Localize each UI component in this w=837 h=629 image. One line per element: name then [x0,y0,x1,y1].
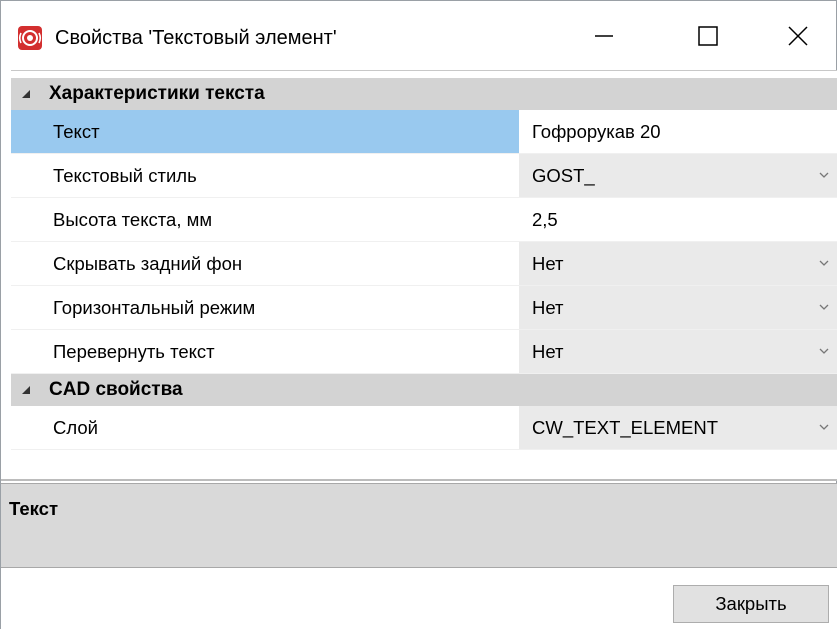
property-name: Перевернуть текст [53,341,215,362]
property-value-hide-background[interactable]: Нет [519,242,837,285]
collapse-triangle-icon[interactable] [21,89,31,99]
chevron-down-icon[interactable] [819,303,829,311]
property-name: Текст [11,110,519,153]
properties-window: Свойства 'Текстовый элемент' Характерист… [0,0,837,629]
property-name: Высота текста, мм [53,209,213,230]
row-divider [11,449,837,450]
category-cad-properties[interactable]: CAD свойства [11,374,837,406]
maximize-button[interactable] [676,1,740,70]
property-row-flip-text[interactable]: Перевернуть текст Нет [11,330,837,374]
property-row-text-height[interactable]: Высота текста, мм 2,5 [11,198,837,242]
splitter[interactable] [1,479,837,481]
close-icon [788,25,808,46]
footer: Закрыть [1,568,837,629]
property-row-text-style[interactable]: Текстовый стиль GOST_ [11,154,837,198]
property-value-text-style[interactable]: GOST_ [519,154,837,197]
property-value-layer[interactable]: CW_TEXT_ELEMENT [519,406,837,449]
category-label: Характеристики текста [49,83,265,104]
maximize-icon [698,25,718,46]
chevron-down-icon[interactable] [819,171,829,179]
property-row-layer[interactable]: Слой CW_TEXT_ELEMENT [11,406,837,450]
minimize-button[interactable] [572,1,636,70]
window-title: Свойства 'Текстовый элемент' [55,27,337,49]
minimize-icon [595,34,613,37]
collapse-triangle-icon[interactable] [21,385,31,395]
close-window-button[interactable] [766,1,830,70]
property-name: Скрывать задний фон [53,253,243,274]
property-name: Текстовый стиль [53,165,197,186]
title-bar[interactable]: Свойства 'Текстовый элемент' [1,1,836,70]
chevron-down-icon[interactable] [819,347,829,355]
dropdown-value: CW_TEXT_ELEMENT [532,417,719,438]
property-row-hide-background[interactable]: Скрывать задний фон Нет [11,242,837,286]
property-grid: Характеристики текста Текст Гофрорукав 2… [11,70,837,479]
description-title: Текст [9,498,59,519]
property-value-flip-text[interactable]: Нет [519,330,837,373]
chevron-down-icon[interactable] [819,423,829,431]
dropdown-value: Нет [532,341,564,362]
property-value-horizontal-mode[interactable]: Нет [519,286,837,329]
close-button[interactable]: Закрыть [673,585,829,623]
dropdown-value: Нет [532,253,564,274]
property-row-horizontal-mode[interactable]: Горизонтальный режим Нет [11,286,837,330]
dropdown-value: GOST_ [532,165,595,186]
property-row-text[interactable]: Текст Гофрорукав 20 [11,110,837,154]
dropdown-value: Нет [532,297,564,318]
property-name: Слой [53,417,98,438]
category-text-characteristics[interactable]: Характеристики текста [11,78,837,110]
property-name: Горизонтальный режим [53,297,256,318]
category-label: CAD свойства [49,379,183,400]
property-value-text-height[interactable]: 2,5 [519,198,837,241]
property-value-text[interactable]: Гофрорукав 20 [519,110,837,153]
chevron-down-icon[interactable] [819,259,829,267]
description-panel: Текст [1,483,837,568]
app-logo-icon [18,26,42,50]
